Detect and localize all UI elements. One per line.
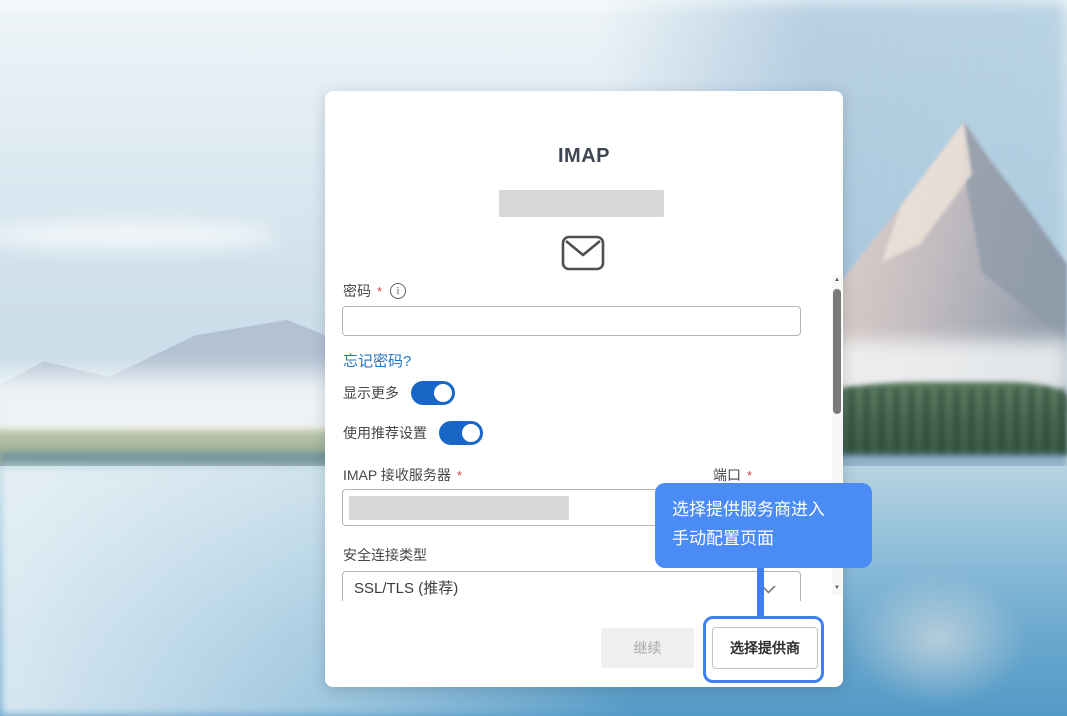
port-label: 端口 — [713, 465, 741, 485]
password-input[interactable] — [342, 306, 801, 336]
imap-setup-dialog: IMAP 密码 * i 忘记密码? 显示更多 使用推荐设置 IMA — [325, 91, 843, 687]
show-more-toggle[interactable] — [411, 381, 455, 405]
server-redacted-value — [349, 496, 569, 520]
port-label-row: 端口 * — [713, 465, 752, 485]
recommended-settings-toggle[interactable] — [439, 421, 483, 445]
dialog-title: IMAP — [325, 145, 843, 168]
tooltip-text-line2: 手动配置页面 — [672, 524, 872, 553]
security-label: 安全连接类型 — [343, 545, 427, 565]
security-select-value: SSL/TLS (推荐) — [354, 580, 458, 597]
wallpaper-reflection — [848, 572, 1028, 707]
server-input[interactable] — [342, 489, 695, 526]
scrollbar-thumb[interactable] — [833, 289, 841, 414]
show-more-label: 显示更多 — [343, 383, 399, 403]
show-more-row: 显示更多 — [343, 381, 455, 405]
server-required-mark: * — [457, 468, 462, 483]
port-required-mark: * — [747, 468, 752, 483]
screen: IMAP 密码 * i 忘记密码? 显示更多 使用推荐设置 IMA — [0, 0, 1067, 716]
mail-envelope-icon — [561, 234, 605, 272]
tooltip-text-line1: 选择提供服务商进入 — [672, 495, 872, 524]
password-label: 密码 — [343, 281, 371, 301]
scroll-down-icon[interactable]: ▼ — [832, 583, 842, 593]
scroll-up-icon[interactable]: ▲ — [832, 275, 842, 285]
info-icon[interactable]: i — [390, 283, 406, 299]
annotation-highlight-box — [703, 616, 824, 683]
wallpaper-forest-texture — [818, 388, 1067, 454]
toggle-knob — [462, 424, 480, 442]
password-label-row: 密码 * i — [343, 281, 406, 301]
forgot-password-link[interactable]: 忘记密码? — [343, 350, 411, 371]
toggle-knob — [434, 384, 452, 402]
server-label-row: IMAP 接收服务器 * — [343, 465, 462, 485]
password-required-mark: * — [377, 284, 382, 299]
recommended-settings-row: 使用推荐设置 — [343, 421, 483, 445]
account-redacted-value — [499, 190, 664, 217]
security-label-row: 安全连接类型 — [343, 545, 427, 565]
annotation-tooltip: 选择提供服务商进入 手动配置页面 — [655, 483, 872, 568]
security-select[interactable]: SSL/TLS (推荐) — [342, 571, 801, 601]
continue-button[interactable]: 继续 — [601, 628, 694, 668]
server-label: IMAP 接收服务器 — [343, 465, 451, 485]
recommended-settings-label: 使用推荐设置 — [343, 423, 427, 443]
